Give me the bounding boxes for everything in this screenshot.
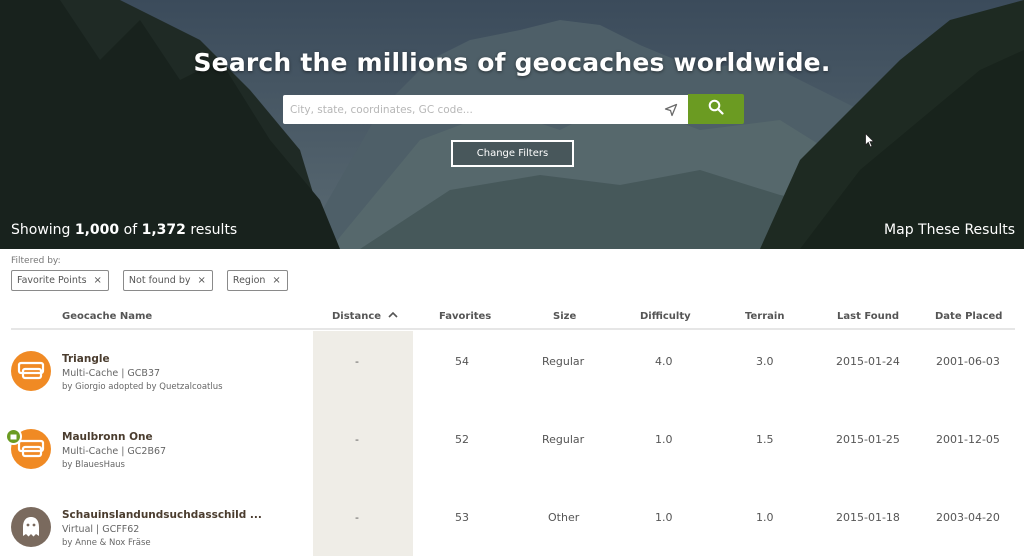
filtered-by-label: Filtered by: bbox=[11, 256, 61, 266]
table-row: Schauinslandundsuchdasschild ... Virtual… bbox=[0, 496, 1024, 556]
filter-chip-not-found-by[interactable]: Not found by × bbox=[122, 270, 213, 291]
favorites-value: 54 bbox=[455, 355, 469, 368]
column-header-geocache-name[interactable]: Geocache Name bbox=[62, 311, 152, 322]
geocache-name-link[interactable]: Schauinslandundsuchdasschild ... bbox=[62, 509, 262, 521]
remove-filter-icon[interactable]: × bbox=[272, 275, 280, 286]
difficulty-value: 4.0 bbox=[655, 355, 673, 368]
multi-cache-icon bbox=[11, 351, 51, 391]
date-placed-value: 2003-04-20 bbox=[936, 511, 1000, 524]
favorites-value: 53 bbox=[455, 511, 469, 524]
geocache-name-link[interactable]: Triangle bbox=[62, 353, 110, 365]
column-header-terrain[interactable]: Terrain bbox=[745, 311, 784, 322]
terrain-value: 1.0 bbox=[756, 511, 774, 524]
last-found-value: 2015-01-24 bbox=[836, 355, 900, 368]
column-header-size[interactable]: Size bbox=[553, 311, 576, 322]
table-row: Maulbronn One Multi-Cache | GC2B67 by Bl… bbox=[0, 418, 1024, 496]
mountain-forest-background bbox=[0, 0, 1024, 249]
sort-ascending-icon bbox=[387, 311, 398, 318]
change-filters-button[interactable]: Change Filters bbox=[451, 140, 574, 167]
search-icon bbox=[708, 99, 724, 119]
terrain-value: 1.5 bbox=[756, 433, 774, 446]
geocache-owner: by Anne & Nox Fräse bbox=[62, 538, 151, 548]
last-found-value: 2015-01-18 bbox=[836, 511, 900, 524]
filter-chips: Favorite Points × Not found by × Region … bbox=[11, 270, 302, 291]
geocache-type-code: Multi-Cache | GCB37 bbox=[62, 368, 161, 379]
hero-banner: Search the millions of geocaches worldwi… bbox=[0, 0, 1024, 249]
search-input[interactable] bbox=[283, 95, 660, 124]
virtual-cache-icon bbox=[11, 507, 51, 547]
last-found-value: 2015-01-25 bbox=[836, 433, 900, 446]
table-row: Triangle Multi-Cache | GCB37 by Giorgio … bbox=[0, 340, 1024, 418]
search-box bbox=[283, 95, 688, 124]
found-badge-icon bbox=[5, 428, 22, 445]
column-header-last-found[interactable]: Last Found bbox=[837, 311, 899, 322]
column-header-difficulty[interactable]: Difficulty bbox=[640, 311, 691, 322]
results-count: Showing 1,000 of 1,372 results bbox=[11, 222, 238, 238]
geocache-name-link[interactable]: Maulbronn One bbox=[62, 431, 153, 443]
distance-value: - bbox=[355, 511, 359, 524]
geocache-type-code: Multi-Cache | GC2B67 bbox=[62, 446, 167, 457]
results-table-header: Geocache Name Distance Favorites Size Di… bbox=[11, 308, 1015, 330]
map-these-results-link[interactable]: Map These Results bbox=[884, 222, 1015, 238]
geocache-type-code: Virtual | GCFF62 bbox=[62, 524, 140, 535]
column-header-date-placed[interactable]: Date Placed bbox=[935, 311, 1002, 322]
search-button[interactable] bbox=[688, 94, 744, 124]
favorites-value: 52 bbox=[455, 433, 469, 446]
distance-value: - bbox=[355, 433, 359, 446]
hero-title: Search the millions of geocaches worldwi… bbox=[193, 48, 831, 77]
filter-chip-favorite-points[interactable]: Favorite Points × bbox=[11, 270, 109, 291]
filter-chip-region[interactable]: Region × bbox=[226, 270, 288, 291]
size-value: Regular bbox=[542, 355, 585, 368]
terrain-value: 3.0 bbox=[756, 355, 774, 368]
size-value: Other bbox=[548, 511, 580, 524]
geocache-owner: by BlauesHaus bbox=[62, 460, 125, 470]
remove-filter-icon[interactable]: × bbox=[198, 275, 206, 286]
column-header-favorites[interactable]: Favorites bbox=[439, 311, 491, 322]
date-placed-value: 2001-12-05 bbox=[936, 433, 1000, 446]
geocache-owner: by Giorgio adopted by Quetzalcoatlus bbox=[62, 382, 223, 392]
location-arrow-icon[interactable] bbox=[660, 99, 682, 121]
mouse-cursor-icon bbox=[865, 132, 875, 152]
date-placed-value: 2001-06-03 bbox=[936, 355, 1000, 368]
column-header-distance[interactable]: Distance bbox=[332, 311, 398, 322]
difficulty-value: 1.0 bbox=[655, 511, 673, 524]
remove-filter-icon[interactable]: × bbox=[94, 275, 102, 286]
distance-value: - bbox=[355, 355, 359, 368]
difficulty-value: 1.0 bbox=[655, 433, 673, 446]
size-value: Regular bbox=[542, 433, 585, 446]
